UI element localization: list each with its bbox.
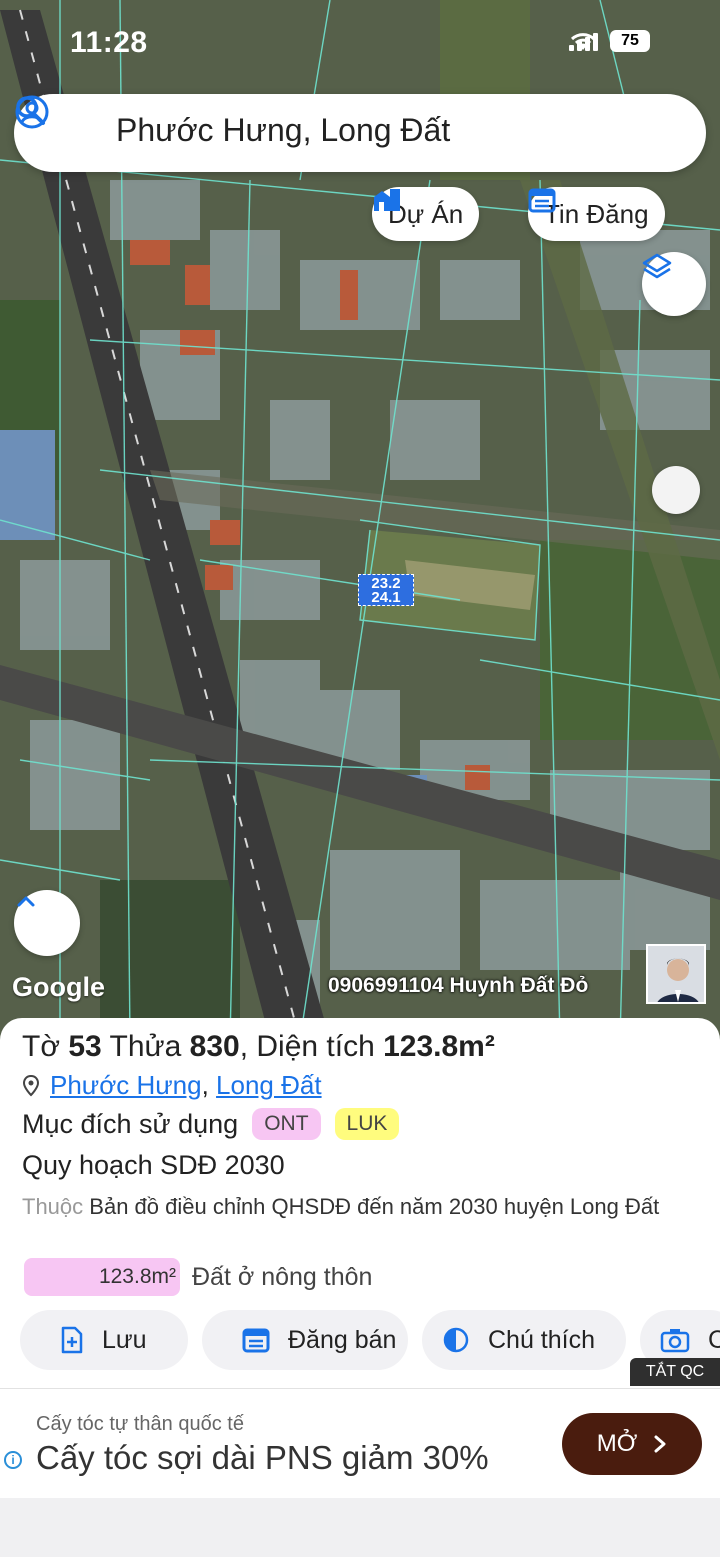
chevron-right-icon xyxy=(654,1435,666,1453)
parcel-location: Phước Hưng, Long Đất xyxy=(22,1070,322,1101)
ad-open-button[interactable]: MỞ xyxy=(562,1413,702,1475)
lot-size-label[interactable]: 23.2 24.1 xyxy=(358,574,414,606)
wifi-icon xyxy=(570,33,596,50)
close-ads-button[interactable]: TẮT QC xyxy=(630,1358,720,1386)
app-root: 11:28 75 Phước Hưng, Long Đất Dự Án Tin … xyxy=(0,0,720,1557)
person-photo-icon xyxy=(648,946,704,1002)
ad-open-label: MỞ xyxy=(596,1430,638,1457)
building-icon xyxy=(374,189,400,211)
purpose-tag-ont[interactable]: ONT xyxy=(252,1108,321,1140)
lot-label-line2: 24.1 xyxy=(371,589,401,606)
layers-icon xyxy=(642,253,672,279)
belongs-prefix: Thuộc xyxy=(22,1194,84,1219)
save-button[interactable]: Lưu xyxy=(20,1310,188,1370)
camera-icon xyxy=(660,1329,690,1353)
contrast-icon xyxy=(443,1327,469,1353)
ad-info-icon[interactable]: i xyxy=(4,1451,22,1469)
legend-area-swatch: 123.8m² xyxy=(24,1258,180,1296)
plan-legend-row: 123.8m² Đất ở nông thôn xyxy=(22,1258,372,1296)
search-bar[interactable]: Phước Hưng, Long Đất xyxy=(14,94,706,172)
parcel-title: Tờ 53 Thửa 830, Diện tích 123.8m² xyxy=(22,1030,495,1064)
ad-headline: Cấy tóc sợi dài PNS giảm 30% xyxy=(36,1439,489,1476)
status-time: 11:28 xyxy=(70,26,148,59)
satellite-map[interactable]: 11:28 75 Phước Hưng, Long Đất Dự Án Tin … xyxy=(0,0,720,1040)
google-logo: Google xyxy=(12,972,105,1002)
expand-up-button[interactable] xyxy=(14,890,80,956)
district-link[interactable]: Long Đất xyxy=(216,1070,322,1100)
add-file-icon xyxy=(61,1326,83,1354)
sheet-number: 53 xyxy=(68,1030,102,1063)
chevron-up-icon xyxy=(17,896,35,907)
search-icon[interactable] xyxy=(14,94,46,126)
search-input[interactable]: Phước Hưng, Long Đất xyxy=(116,112,450,149)
ad-banner[interactable]: i Cấy tóc tự thân quốc tế Cấy tóc sợi dà… xyxy=(0,1388,720,1498)
agent-avatar[interactable] xyxy=(646,944,706,1004)
sheet-label: Tờ xyxy=(22,1030,60,1063)
purpose-tag-luk[interactable]: LUK xyxy=(334,1108,400,1140)
capture-label: C xyxy=(708,1325,720,1354)
belongs-text: Bản đồ điều chỉnh QHSDĐ đến năm 2030 huy… xyxy=(89,1194,660,1219)
scroll-handle[interactable] xyxy=(652,466,700,514)
layers-button[interactable] xyxy=(642,252,706,316)
plot-label: Thửa xyxy=(109,1030,182,1063)
projects-chip[interactable]: Dự Án xyxy=(372,187,480,241)
listings-chip-label: Tin Đăng xyxy=(544,198,649,229)
save-label: Lưu xyxy=(102,1325,147,1354)
area-label: , Diện tích xyxy=(239,1030,375,1063)
ad-subtitle: Cấy tóc tự thân quốc tế xyxy=(36,1413,244,1435)
parcel-info-sheet: Tờ 53 Thửa 830, Diện tích 123.8m² Phước … xyxy=(0,1018,720,1390)
post-sale-label: Đăng bán xyxy=(288,1325,397,1354)
land-purpose: Mục đích sử dụng ONT LUK xyxy=(22,1108,400,1140)
legend-label: Chú thích xyxy=(488,1325,596,1354)
post-sale-button[interactable]: Đăng bán xyxy=(202,1310,408,1370)
plot-number: 830 xyxy=(189,1030,240,1063)
purpose-label: Mục đích sử dụng xyxy=(22,1108,239,1139)
home-indicator-area xyxy=(0,1498,720,1557)
status-indicators: 75 xyxy=(569,30,650,52)
map-watermark: 0906991104 Huynh Đất Đỏ xyxy=(328,974,589,997)
legend-land-type: Đất ở nông thôn xyxy=(192,1262,373,1291)
location-pin-icon xyxy=(22,1074,40,1096)
battery-icon: 75 xyxy=(610,30,650,52)
plan-title: Quy hoạch SDĐ 2030 xyxy=(22,1150,285,1180)
calendar-icon xyxy=(528,188,556,213)
listings-chip[interactable]: Tin Đăng xyxy=(528,187,665,241)
ward-link[interactable]: Phước Hưng xyxy=(50,1070,202,1100)
area-value: 123.8m² xyxy=(383,1030,495,1063)
plan-source: Thuộc Bản đồ điều chỉnh QHSDĐ đến năm 20… xyxy=(22,1190,682,1224)
legend-button[interactable]: Chú thích xyxy=(422,1310,626,1370)
calendar-icon xyxy=(242,1328,270,1353)
